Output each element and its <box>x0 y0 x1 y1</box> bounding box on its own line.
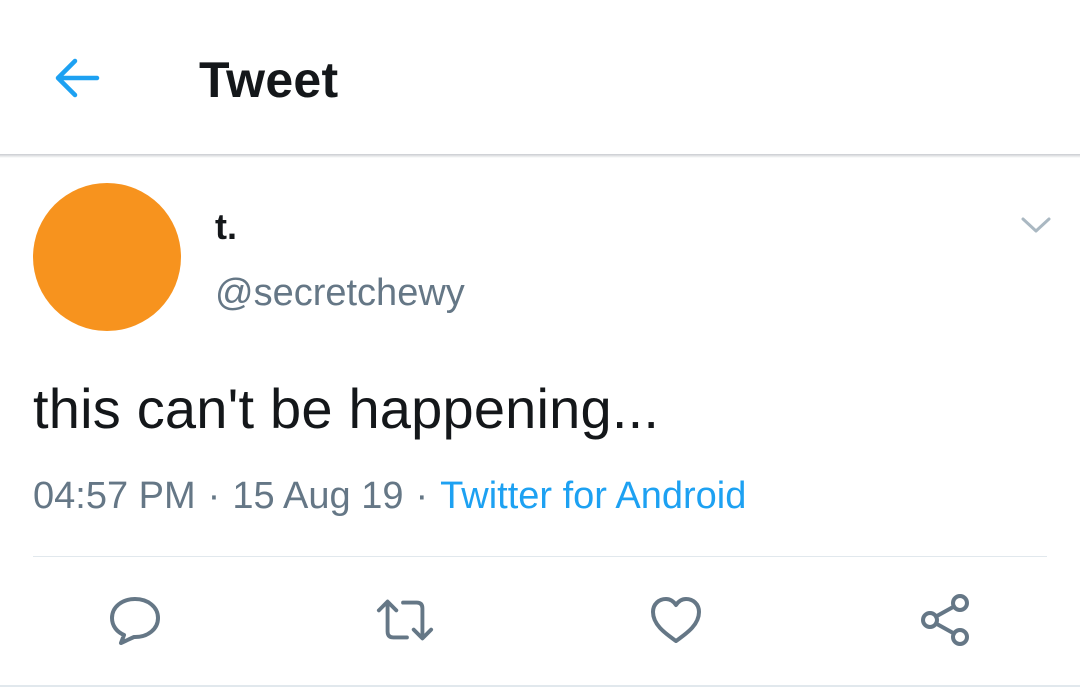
tweet-source-link[interactable]: Twitter for Android <box>440 475 746 517</box>
author-display-name[interactable]: t. <box>215 205 237 249</box>
bottom-divider <box>0 685 1080 687</box>
retweet-button[interactable] <box>375 590 435 650</box>
tweet-text: this can't be happening... <box>33 377 660 440</box>
like-button[interactable] <box>646 590 706 650</box>
author-handle[interactable]: @secretchewy <box>215 270 465 316</box>
page-title: Tweet <box>199 52 339 108</box>
reply-button[interactable] <box>105 590 165 650</box>
share-icon <box>921 594 969 646</box>
share-button[interactable] <box>915 590 975 650</box>
tweet-date: 15 Aug 19 <box>232 475 404 517</box>
meta-separator: · <box>207 475 221 517</box>
tweet-metadata: 04:57 PM · 15 Aug 19 · Twitter for Android <box>33 472 746 520</box>
reply-icon <box>110 597 160 645</box>
meta-separator: · <box>415 475 429 517</box>
avatar[interactable] <box>33 183 181 331</box>
tweet-time: 04:57 PM <box>33 475 196 517</box>
actions-divider <box>33 556 1047 557</box>
header-divider <box>0 154 1080 158</box>
top-app-bar: Tweet <box>0 0 1080 154</box>
arrow-left-icon <box>55 58 100 98</box>
back-button[interactable] <box>44 45 110 111</box>
chevron-down-icon <box>1021 217 1051 233</box>
tweet-options-button[interactable] <box>1016 208 1056 242</box>
heart-icon <box>651 597 701 643</box>
retweet-icon <box>376 599 434 641</box>
tweet-detail-screen: Tweet t. @secretchewy this can't be happ… <box>0 0 1080 693</box>
